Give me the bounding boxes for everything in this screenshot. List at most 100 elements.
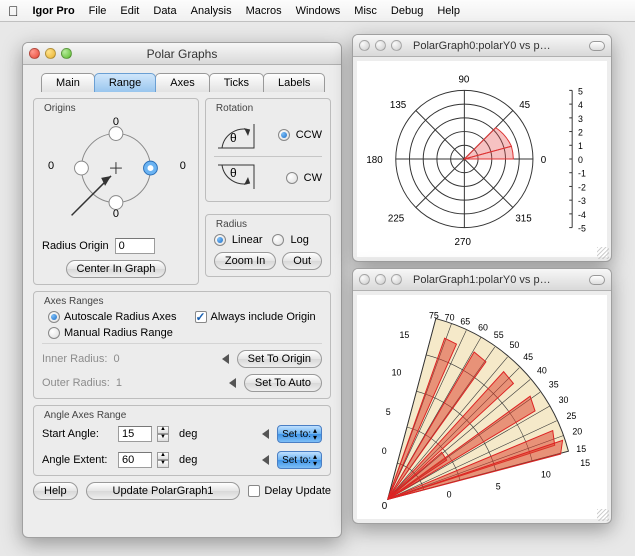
svg-text:55: 55 (494, 330, 504, 340)
angle-axes-range-panel: Angle Axes Range Start Angle: ▲▼ deg Set… (33, 405, 331, 476)
zoom-in-button[interactable]: Zoom In (214, 252, 276, 270)
svg-text:45: 45 (519, 100, 530, 111)
zoom-icon[interactable] (61, 48, 72, 59)
svg-text:0: 0 (382, 446, 387, 456)
titlebar[interactable]: PolarGraph0:polarY0 vs po... (353, 35, 611, 57)
start-angle-setto-popup[interactable]: Set to:▴▾ (277, 425, 322, 443)
minimize-icon[interactable] (375, 40, 386, 51)
menu-macros[interactable]: Macros (246, 5, 282, 17)
linear-radio[interactable] (214, 234, 226, 246)
outer-radius-value: 1 (116, 377, 122, 389)
titlebar[interactable]: PolarGraph1:polarY0 vs po... (353, 269, 611, 291)
center-in-graph-button[interactable]: Center In Graph (66, 260, 167, 278)
always-include-origin-check[interactable] (195, 311, 207, 323)
menu-edit[interactable]: Edit (120, 5, 139, 17)
ccw-icon: θ (214, 118, 260, 152)
svg-text:90: 90 (458, 75, 469, 86)
svg-text:20: 20 (572, 427, 582, 437)
menu-analysis[interactable]: Analysis (191, 5, 232, 17)
angle-extent-label: Angle Extent: (42, 454, 112, 466)
delay-update-label: Delay Update (264, 485, 331, 497)
menu-debug[interactable]: Debug (391, 5, 423, 17)
angle-extent-input[interactable] (118, 452, 152, 468)
app-menu[interactable]: Igor Pro (33, 5, 75, 17)
toolbar-pill-icon[interactable] (589, 275, 605, 285)
svg-text:5: 5 (386, 407, 391, 417)
resize-grip-icon[interactable] (597, 247, 609, 259)
svg-text:4: 4 (578, 100, 583, 110)
apple-menu-icon[interactable]:  (8, 3, 19, 19)
set-to-auto-button[interactable]: Set To Auto (244, 374, 322, 392)
start-angle-stepper[interactable]: ▲▼ (157, 426, 169, 442)
deg-label: deg (179, 454, 197, 466)
axes-ranges-panel: Axes Ranges Autoscale Radius Axes Always… (33, 291, 331, 399)
menu-misc[interactable]: Misc (354, 5, 377, 17)
svg-text:225: 225 (388, 214, 405, 225)
menu-data[interactable]: Data (153, 5, 176, 17)
zoom-icon[interactable] (391, 40, 402, 51)
svg-text:-2: -2 (578, 182, 586, 192)
minimize-icon[interactable] (375, 274, 386, 285)
close-icon[interactable] (359, 274, 370, 285)
origin-left-label: 0 (48, 160, 54, 172)
start-angle-input[interactable] (118, 426, 152, 442)
svg-text:15: 15 (399, 330, 409, 340)
svg-text:25: 25 (566, 411, 576, 421)
set-to-origin-button[interactable]: Set To Origin (237, 350, 322, 368)
menu-windows[interactable]: Windows (296, 5, 341, 17)
menu-file[interactable]: File (89, 5, 107, 17)
svg-text:θ: θ (230, 131, 237, 145)
cw-icon: θ (214, 161, 260, 195)
svg-text:0: 0 (578, 155, 583, 165)
angle-extent-stepper[interactable]: ▲▼ (157, 452, 169, 468)
log-radio[interactable] (272, 234, 284, 246)
tab-axes[interactable]: Axes (155, 73, 209, 92)
resize-grip-icon[interactable] (597, 509, 609, 521)
help-button[interactable]: Help (33, 482, 78, 500)
ccw-radio[interactable] (278, 129, 290, 141)
origins-panel: Origins 0 0 (33, 98, 199, 285)
origin-label: 0 (382, 501, 388, 512)
svg-text:270: 270 (455, 237, 472, 248)
svg-text:60: 60 (478, 322, 488, 332)
radius-origin-input[interactable] (115, 238, 155, 254)
polargraph0-window: PolarGraph0:polarY0 vs po... 0 45 90 135… (352, 34, 612, 262)
angle-extent-setto-popup[interactable]: Set to:▴▾ (277, 451, 322, 469)
svg-text:2: 2 (578, 127, 583, 137)
titlebar[interactable]: Polar Graphs (23, 43, 341, 65)
svg-text:10: 10 (541, 470, 551, 480)
rotation-title: Rotation (216, 103, 322, 114)
toolbar-pill-icon[interactable] (589, 41, 605, 51)
manual-radius-radio[interactable] (48, 327, 60, 339)
polargraph1-window: PolarGraph1:polarY0 vs po... (352, 268, 612, 524)
zoom-out-button[interactable]: Out (282, 252, 322, 270)
polar-plot-1[interactable]: 15 20 25 30 35 40 45 50 55 60 65 70 75 1… (357, 295, 607, 519)
triangle-left-icon (229, 378, 236, 388)
origin-right-label: 0 (180, 160, 186, 172)
tab-ticks[interactable]: Ticks (209, 73, 264, 92)
tab-main[interactable]: Main (41, 73, 95, 92)
svg-text:-5: -5 (578, 224, 586, 234)
delay-update-check[interactable] (248, 485, 260, 497)
minimize-icon[interactable] (45, 48, 56, 59)
close-icon[interactable] (29, 48, 40, 59)
polar-plot-0[interactable]: 0 45 90 135 180 225 270 315 5 4 3 2 1 0 … (357, 61, 607, 257)
menubar:  Igor Pro File Edit Data Analysis Macro… (0, 0, 635, 22)
svg-text:40: 40 (537, 366, 547, 376)
svg-text:15: 15 (576, 444, 586, 454)
rotation-panel: Rotation θ CCW (205, 98, 331, 202)
origin-bottom-label: 0 (113, 208, 119, 220)
radius-panel: Radius Linear Log Zoom In Out (205, 214, 331, 277)
menu-help[interactable]: Help (437, 5, 460, 17)
svg-text:1: 1 (578, 141, 583, 151)
manual-radius-label: Manual Radius Range (64, 327, 173, 339)
tab-labels[interactable]: Labels (263, 73, 325, 92)
cw-radio[interactable] (286, 172, 298, 184)
tab-range[interactable]: Range (94, 73, 156, 92)
svg-text:θ: θ (230, 166, 237, 180)
update-polargraph-button[interactable]: Update PolarGraph1 (86, 482, 241, 500)
autoscale-radio[interactable] (48, 311, 60, 323)
svg-text:45: 45 (523, 352, 533, 362)
zoom-icon[interactable] (391, 274, 402, 285)
close-icon[interactable] (359, 40, 370, 51)
